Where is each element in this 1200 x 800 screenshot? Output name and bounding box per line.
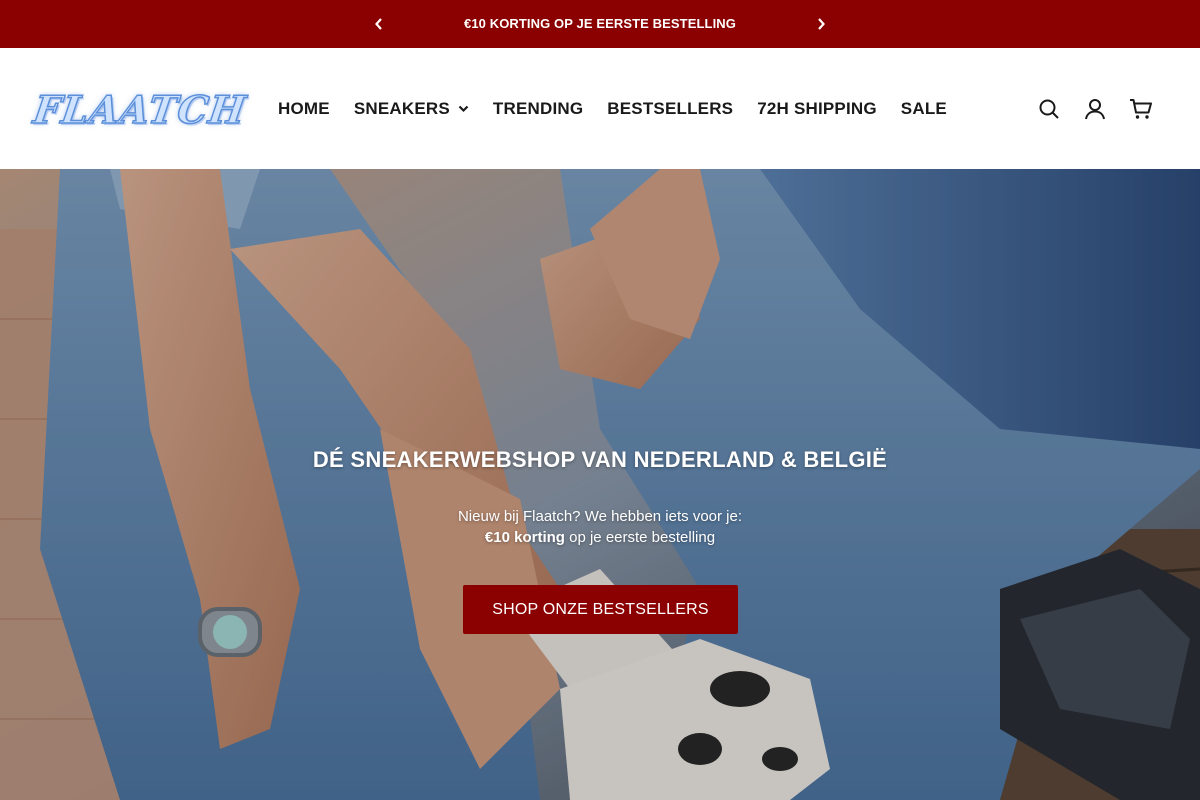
hero-subtitle: Nieuw bij Flaatch? We hebben iets voor j… [0, 506, 1200, 548]
account-icon [1085, 98, 1105, 119]
main-nav: HOME SNEAKERS TRENDING BESTSELLERS 72H S… [278, 48, 971, 169]
announcement-prev-button[interactable] [367, 12, 391, 36]
search-icon [1039, 99, 1059, 119]
nav-item-trending[interactable]: TRENDING [493, 99, 583, 119]
nav-item-bestsellers[interactable]: BESTSELLERS [607, 99, 733, 119]
nav-item-72h-shipping[interactable]: 72H SHIPPING [757, 99, 877, 119]
nav-item-sneakers[interactable]: SNEAKERS [354, 99, 469, 119]
header-icons [1026, 48, 1164, 169]
hero-title: DÉ SNEAKERWEBSHOP VAN NEDERLAND & BELGIË [312, 447, 888, 472]
shop-bestsellers-button[interactable]: SHOP ONZE BESTSELLERS [463, 585, 738, 634]
hero-content: DÉ SNEAKERWEBSHOP VAN NEDERLAND & BELGIË… [0, 169, 1200, 800]
nav-item-label: HOME [278, 98, 330, 118]
chevron-left-icon [375, 18, 382, 30]
hero-banner: DÉ SNEAKERWEBSHOP VAN NEDERLAND & BELGIË… [0, 169, 1200, 800]
hero-subtitle-discount: €10 korting [484, 529, 565, 546]
nav-item-label: 72H SHIPPING [757, 98, 877, 118]
chevron-right-icon [818, 18, 825, 30]
site-header: FLAATCH HOME SNEAKERS TRENDING BESTSELLE… [0, 48, 1200, 169]
search-button[interactable] [1026, 89, 1072, 129]
announcement-text: €10 KORTING OP JE EERSTE BESTELLING [464, 16, 736, 31]
hero-subtitle-rest: op je eerste bestelling [564, 529, 716, 546]
nav-item-label: SALE [900, 98, 947, 118]
nav-item-home[interactable]: HOME [278, 99, 330, 119]
chevron-down-icon [458, 105, 469, 113]
cart-icon [1130, 98, 1152, 119]
logo-text: FLAATCH [30, 86, 250, 133]
hero-subtitle-line1: Nieuw bij Flaatch? We hebben iets voor j… [457, 508, 743, 525]
logo[interactable]: FLAATCH [30, 78, 250, 140]
nav-item-label: TRENDING [492, 98, 584, 118]
nav-item-label: BESTSELLERS [607, 98, 734, 118]
nav-item-sale[interactable]: SALE [901, 99, 947, 119]
announcement-next-button[interactable] [809, 12, 833, 36]
announcement-bar: €10 KORTING OP JE EERSTE BESTELLING [0, 0, 1200, 48]
account-button[interactable] [1072, 89, 1118, 129]
nav-item-label: SNEAKERS [353, 98, 450, 118]
cart-button[interactable] [1118, 89, 1164, 129]
